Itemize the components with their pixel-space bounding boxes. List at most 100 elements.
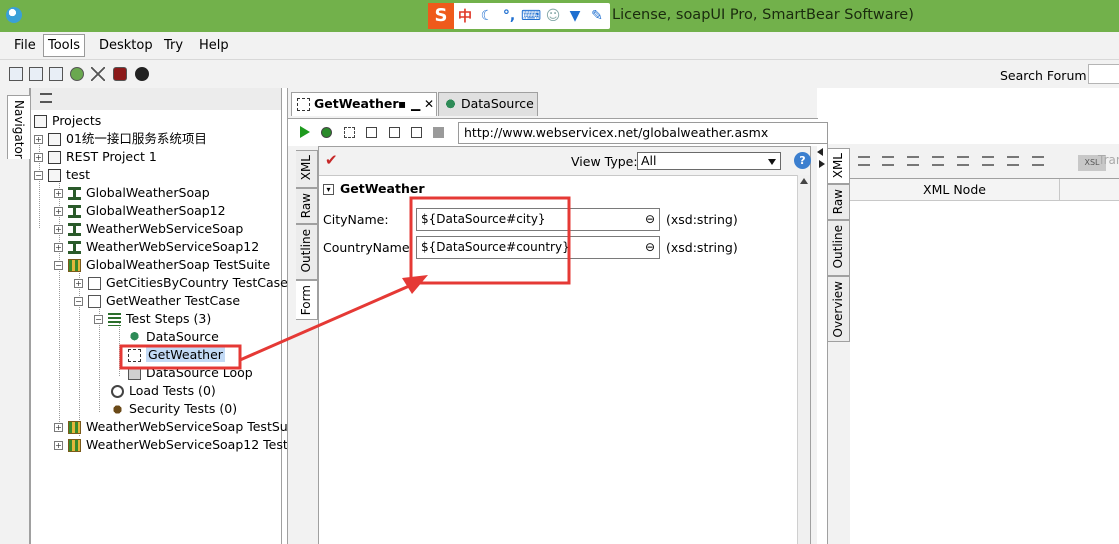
tab-xml[interactable]: XML <box>296 150 318 188</box>
tab-outline[interactable]: Outline <box>296 224 318 280</box>
soapui-app-icon[interactable] <box>6 7 22 23</box>
submit-request-icon[interactable] <box>300 126 310 138</box>
expand-left-icon[interactable] <box>817 148 823 156</box>
skin-shirt-icon[interactable]: ▼ <box>564 8 586 24</box>
form-scrollbar[interactable] <box>797 175 810 544</box>
keyboard-icon[interactable]: ⌨ <box>520 8 542 24</box>
tree-node-getcitiesbycountry-testcase[interactable]: + GetCitiesByCountry TestCase <box>74 274 288 292</box>
tree-node-datasource-loop[interactable]: DataSource Loop <box>128 364 253 382</box>
section-getweather[interactable]: ▾ GetWeather <box>323 180 425 198</box>
help-icon[interactable]: ? <box>794 152 811 169</box>
tree-node-getweather-request[interactable]: GetWeather <box>128 346 225 364</box>
menu-tools[interactable]: Tools <box>43 34 86 57</box>
create-mock-icon[interactable] <box>344 127 355 138</box>
pin-icon[interactable]: ▪ <box>398 93 406 115</box>
collapse-section-icon[interactable]: ▾ <box>323 184 334 195</box>
tab-getweather[interactable]: GetWeather ▪ ▁ ✕ <box>291 92 437 116</box>
user-icon[interactable]: ☺ <box>542 8 564 24</box>
expand-icon[interactable]: + <box>34 153 43 162</box>
minimize-icon[interactable]: ▁ <box>411 93 420 115</box>
expand-icon[interactable]: + <box>34 135 43 144</box>
expand-right-icon[interactable] <box>819 160 825 168</box>
tree-node-weatherwebservicesoap12-testsuite[interactable]: + WeatherWebServiceSoap12 Test <box>54 436 288 454</box>
align-left-icon[interactable] <box>858 156 870 166</box>
tree-node-getweather-testcase[interactable]: − GetWeather TestCase <box>74 292 240 310</box>
add-assertion-icon[interactable] <box>321 127 332 138</box>
list-view-icon[interactable] <box>40 93 52 103</box>
tab-datasource[interactable]: DataSource <box>438 92 538 116</box>
tree-node-rest-project-1[interactable]: + REST Project 1 <box>34 148 157 166</box>
cityname-input[interactable]: ${DataSource#city} ⊖ <box>416 208 660 231</box>
proxy-icon[interactable] <box>113 67 127 81</box>
zoom-fit-icon[interactable] <box>366 127 377 138</box>
tree-node-load-tests[interactable]: Load Tests (0) <box>111 382 216 400</box>
tab-response-xml[interactable]: XML <box>828 148 850 184</box>
collapse-icon[interactable]: − <box>74 297 83 306</box>
view-type-select[interactable]: All <box>637 152 781 170</box>
tree-node-test-project[interactable]: − test <box>34 166 90 184</box>
sogou-logo-icon[interactable]: S <box>428 3 454 29</box>
tabs-icon[interactable] <box>411 127 422 138</box>
tree-node-datasource[interactable]: DataSource <box>128 328 219 346</box>
search-forum-input[interactable] <box>1088 64 1119 84</box>
tab-response-overview[interactable]: Overview <box>828 276 850 342</box>
tree-node-project-01[interactable]: +01统一接口服务系统项目 <box>34 130 207 148</box>
collapse-icon[interactable]: − <box>54 261 63 270</box>
tree-node-globalweathersoap-testsuite[interactable]: − GlobalWeatherSoap TestSuite <box>54 256 270 274</box>
tree-node-globalweathersoap12[interactable]: + GlobalWeatherSoap12 <box>54 202 226 220</box>
navigator-tab[interactable]: Navigator <box>7 95 31 159</box>
align-center-icon[interactable] <box>882 156 894 166</box>
tree-node-weatherwebservicesoap12[interactable]: + WeatherWebServiceSoap12 <box>54 238 259 256</box>
xml-node-column-header[interactable]: XML Node <box>850 179 1060 201</box>
workspace-icon[interactable] <box>70 67 84 81</box>
menu-help[interactable]: Help <box>195 37 233 54</box>
expand-icon[interactable]: + <box>54 441 63 450</box>
close-tab-icon[interactable]: ✕ <box>424 93 434 115</box>
cancel-request-icon[interactable] <box>433 127 444 138</box>
import-project-icon[interactable] <box>29 67 43 81</box>
countryname-input[interactable]: ${DataSource#country} ⊖ <box>416 236 660 259</box>
align-right-icon[interactable] <box>907 156 919 166</box>
save-all-icon[interactable] <box>49 67 63 81</box>
expand-icon[interactable]: + <box>74 279 83 288</box>
collapse-icon[interactable]: − <box>94 315 103 324</box>
tree-node-test-steps[interactable]: − Test Steps (3) <box>94 310 211 328</box>
tab-form[interactable]: Form <box>296 280 318 320</box>
tree-node-weatherwebservicesoap[interactable]: + WeatherWebServiceSoap <box>54 220 243 238</box>
ime-toolbar[interactable]: S 中 ☾ °, ⌨ ☺ ▼ ✎ <box>428 3 610 29</box>
move-up-icon[interactable] <box>982 156 994 166</box>
preferences-tools-icon[interactable] <box>91 67 105 81</box>
menu-desktop[interactable]: Desktop <box>95 37 157 54</box>
move-down-icon[interactable] <box>957 156 969 166</box>
tree-node-security-tests[interactable]: Security Tests (0) <box>111 400 237 418</box>
moon-icon[interactable]: ☾ <box>476 8 498 24</box>
transfer-label[interactable]: Tran <box>1098 153 1119 167</box>
tab-response-outline[interactable]: Outline <box>828 220 850 276</box>
ime-mode-indicator[interactable]: 中 <box>454 6 476 26</box>
expand-icon[interactable]: + <box>54 243 63 252</box>
about-icon[interactable] <box>135 67 149 81</box>
validate-checkmark-icon[interactable]: ✔ <box>325 151 338 169</box>
menu-try[interactable]: Try <box>160 37 187 54</box>
collapse-icon[interactable]: − <box>34 171 43 180</box>
clear-field-icon[interactable]: ⊖ <box>645 237 655 258</box>
wrench-icon[interactable]: ✎ <box>586 8 608 24</box>
clear-field-icon[interactable]: ⊖ <box>645 209 655 230</box>
new-project-icon[interactable] <box>9 67 23 81</box>
expand-icon[interactable]: + <box>54 225 63 234</box>
expand-icon[interactable]: + <box>54 189 63 198</box>
scroll-up-icon[interactable] <box>800 178 808 184</box>
tab-raw[interactable]: Raw <box>296 188 318 224</box>
indent-down-icon[interactable] <box>1032 156 1044 166</box>
indent-up-icon[interactable] <box>1007 156 1019 166</box>
endpoint-url-field[interactable]: http://www.webservicex.net/globalweather… <box>458 122 828 144</box>
tree-node-projects[interactable]: Projects <box>34 112 101 130</box>
menu-file[interactable]: File <box>10 37 40 54</box>
punctuation-icon[interactable]: °, <box>498 8 520 24</box>
expand-icon[interactable]: + <box>54 423 63 432</box>
tab-response-raw[interactable]: Raw <box>828 184 850 220</box>
justify-icon[interactable] <box>932 156 944 166</box>
tree-node-weatherwebservicesoap-testsuite[interactable]: + WeatherWebServiceSoap TestSu <box>54 418 288 436</box>
expand-icon[interactable]: + <box>54 207 63 216</box>
tree-node-globalweathersoap[interactable]: + GlobalWeatherSoap <box>54 184 210 202</box>
